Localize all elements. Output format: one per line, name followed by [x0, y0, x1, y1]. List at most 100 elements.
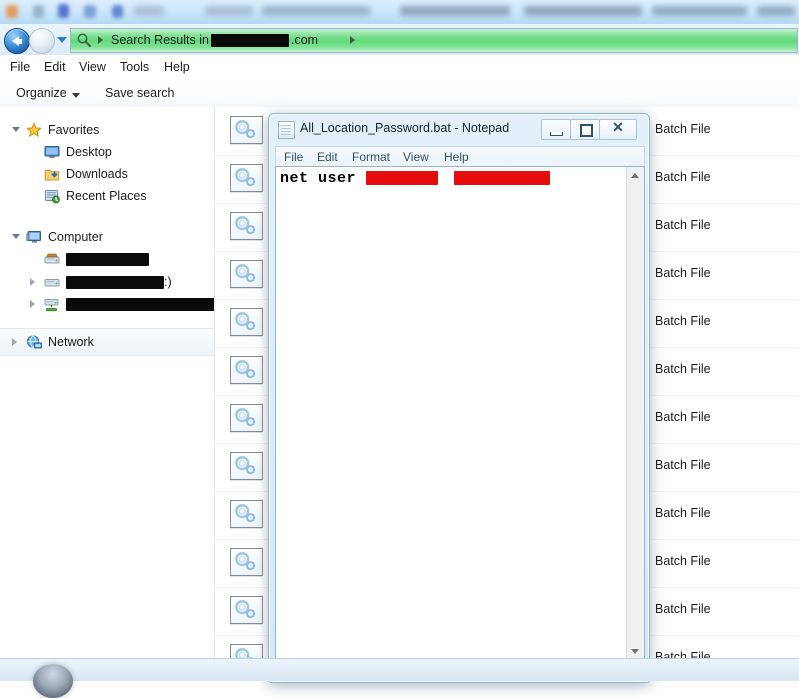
scroll-up-icon[interactable] — [627, 167, 644, 184]
hard-disk-icon — [44, 274, 60, 290]
explorer-toolbar: Organize Save search — [0, 80, 799, 108]
notepad-menu-file[interactable]: File — [284, 150, 303, 164]
sidebar-label: Downloads — [66, 167, 128, 181]
blurred-browser-chrome — [0, 0, 799, 24]
notepad-menu-view[interactable]: View — [403, 150, 429, 164]
network-row-content[interactable]: Network — [26, 331, 94, 353]
search-icon — [76, 32, 92, 48]
sidebar-item-recent-places[interactable]: Recent Places — [44, 185, 147, 207]
batch-file-icon — [230, 164, 263, 192]
downloads-icon — [44, 166, 60, 182]
maximize-button[interactable] — [570, 119, 600, 140]
blurred-bookmark — [134, 6, 164, 16]
network-drive-expander[interactable] — [30, 300, 35, 308]
breadcrumb-suffix: .com — [291, 33, 318, 47]
close-button[interactable] — [599, 119, 637, 140]
notepad-menu-edit[interactable]: Edit — [317, 150, 338, 164]
breadcrumb-separator-icon — [98, 36, 103, 44]
blurred-bookmark — [652, 6, 747, 16]
desktop-icon — [44, 144, 60, 160]
vertical-scrollbar[interactable] — [626, 167, 644, 660]
sidebar-item-favorites[interactable]: Favorites — [26, 119, 99, 141]
minimize-button[interactable] — [541, 119, 571, 140]
menu-file[interactable]: File — [10, 60, 30, 74]
redacted-domain — [211, 34, 289, 47]
file-type-cell: Batch File — [655, 362, 711, 376]
network-expander[interactable] — [12, 338, 17, 346]
sidebar-label: Favorites — [48, 123, 99, 137]
start-button[interactable] — [33, 664, 73, 698]
taskbar — [0, 658, 799, 681]
drive-letter-suffix: :) — [164, 275, 172, 289]
organize-button[interactable]: Organize — [16, 86, 67, 100]
sidebar-label: Recent Places — [66, 189, 147, 203]
computer-expander[interactable] — [12, 234, 20, 239]
blurred-favicon — [33, 5, 44, 18]
file-type-cell: Batch File — [655, 170, 711, 184]
chevron-down-icon[interactable] — [72, 93, 80, 98]
save-search-button[interactable]: Save search — [105, 86, 174, 100]
notepad-text-line: net user — [280, 170, 550, 187]
menu-view[interactable]: View — [79, 60, 106, 74]
file-type-cell: Batch File — [655, 122, 711, 136]
file-type-cell: Batch File — [655, 506, 711, 520]
explorer-address-row: Search Results in .com — [0, 24, 799, 55]
menu-help[interactable]: Help — [164, 60, 190, 74]
notepad-menubar: File Edit Format View Help — [275, 146, 645, 167]
file-type-cell: Batch File — [655, 458, 711, 472]
batch-file-icon — [230, 548, 263, 576]
notepad-title: All_Location_Password.bat - Notepad — [300, 121, 509, 135]
file-type-cell: Batch File — [655, 554, 711, 568]
star-icon — [26, 122, 42, 138]
batch-file-icon — [230, 452, 263, 480]
batch-file-icon — [230, 308, 263, 336]
menu-tools[interactable]: Tools — [120, 60, 149, 74]
network-icon — [26, 334, 42, 350]
notepad-menu-format[interactable]: Format — [352, 150, 390, 164]
computer-icon — [26, 229, 42, 245]
file-type-cell: Batch File — [655, 218, 711, 232]
file-type-cell: Batch File — [655, 602, 711, 616]
notepad-titlebar[interactable]: All_Location_Password.bat - Notepad — [269, 114, 649, 144]
notepad-icon — [278, 121, 295, 139]
redacted-network-path — [66, 298, 215, 311]
breadcrumb-prefix: Search Results in — [111, 33, 209, 47]
batch-file-icon — [230, 260, 263, 288]
blurred-bookmark — [524, 6, 642, 16]
notepad-text-area[interactable]: net user — [275, 166, 645, 678]
sidebar-item-network-drive[interactable]: 3 — [44, 293, 215, 315]
drive-expander[interactable] — [30, 278, 35, 286]
notepad-window[interactable]: All_Location_Password.bat - Notepad File… — [268, 113, 650, 683]
forward-button[interactable] — [29, 28, 55, 54]
back-button[interactable] — [4, 28, 30, 54]
hard-disk-icon — [44, 251, 60, 267]
sidebar-item-drive[interactable]: :) — [44, 271, 172, 293]
batch-file-icon — [230, 356, 263, 384]
redacted-drive-label — [66, 253, 149, 266]
file-type-cell: Batch File — [655, 314, 711, 328]
address-bar[interactable]: Search Results in .com — [70, 28, 798, 53]
sidebar-item-network[interactable]: Network — [0, 328, 214, 356]
blurred-bookmark — [262, 6, 370, 16]
recent-pages-dropdown-icon[interactable] — [57, 37, 67, 43]
net-user-command: net user — [280, 170, 356, 187]
sidebar-item-computer[interactable]: Computer — [26, 226, 103, 248]
sidebar-item-local-disk[interactable] — [44, 248, 149, 270]
blurred-favicon — [58, 4, 69, 18]
notepad-menu-help[interactable]: Help — [444, 150, 469, 164]
blurred-favicon — [112, 5, 123, 18]
blurred-favicon — [84, 5, 96, 18]
blurred-favicon — [6, 5, 18, 18]
sidebar-item-desktop[interactable]: Desktop — [44, 141, 112, 163]
network-drive-icon — [44, 296, 60, 312]
menu-edit[interactable]: Edit — [44, 60, 66, 74]
batch-file-icon — [230, 116, 263, 144]
sidebar-item-downloads[interactable]: Downloads — [44, 163, 128, 185]
blurred-bookmark — [205, 6, 253, 16]
blurred-bookmark — [757, 6, 795, 16]
sidebar-label: Computer — [48, 230, 103, 244]
breadcrumb-text: Search Results in .com — [111, 33, 318, 47]
favorites-expander[interactable] — [12, 127, 20, 132]
sidebar-label: Network — [48, 335, 94, 349]
batch-file-icon — [230, 500, 263, 528]
